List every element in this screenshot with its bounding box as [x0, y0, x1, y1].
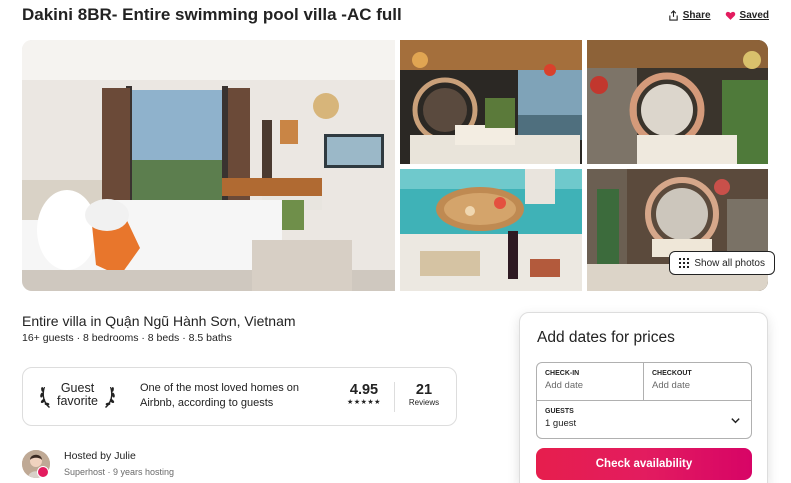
share-button[interactable]: Share — [668, 10, 711, 21]
photo-floating-tray[interactable] — [400, 169, 582, 291]
listing-title: Dakini 8BR- Entire swimming pool villa -… — [22, 5, 402, 24]
heart-icon — [725, 11, 735, 20]
host-name: Hosted by Julie — [64, 450, 136, 462]
share-label: Share — [682, 10, 711, 21]
superhost-badge — [37, 466, 49, 478]
reviews-block[interactable]: 21 Reviews — [403, 382, 445, 407]
rating-divider — [394, 382, 395, 412]
grid-icon — [679, 258, 690, 268]
listing-details: 16+ guests · 8 bedrooms · 8 beds · 8.5 b… — [22, 332, 232, 344]
share-icon — [669, 10, 678, 21]
chevron-down-icon — [731, 418, 740, 424]
photo-gallery — [22, 40, 768, 291]
host-meta: Superhost · 9 years hosting — [64, 467, 175, 477]
checkout-field[interactable]: CHECKOUT Add date — [644, 363, 752, 400]
guest-favorite-card[interactable]: Guest favorite One of the most loved hom… — [22, 367, 457, 426]
guest-favorite-line2: favorite — [57, 394, 98, 408]
checkout-placeholder: Add date — [652, 380, 691, 391]
checkout-label: CHECKOUT — [652, 370, 692, 377]
guests-label: GUESTS — [545, 408, 574, 415]
guest-favorite-badge: Guest favorite — [39, 381, 116, 409]
guests-value: 1 guest — [545, 418, 577, 429]
guest-favorite-label: Guest favorite — [55, 382, 100, 408]
photo-lounge-flowers[interactable] — [587, 40, 768, 164]
save-button[interactable]: Saved — [725, 10, 769, 21]
checkin-field[interactable]: CHECK-IN Add date — [537, 363, 644, 400]
listing-subtitle: Entire villa in Quận Ngũ Hành Sơn, Vietn… — [22, 313, 296, 329]
show-all-photos-button[interactable]: Show all photos — [669, 251, 775, 275]
rating-block: 4.95 ★★★★★ — [337, 382, 391, 406]
laurel-right-icon — [105, 387, 115, 408]
checkin-placeholder: Add date — [545, 380, 584, 391]
check-availability-button[interactable]: Check availability — [536, 448, 752, 480]
review-count: 21 — [415, 382, 433, 398]
top-actions: Share Saved — [668, 10, 769, 21]
checkin-label: CHECK-IN — [545, 370, 580, 377]
rating-value: 4.95 — [349, 382, 379, 398]
guest-favorite-description: One of the most loved homes on Airbnb, a… — [140, 382, 299, 409]
laurel-left-icon — [40, 387, 50, 408]
date-guest-picker: CHECK-IN Add date CHECKOUT Add date GUES… — [536, 362, 752, 439]
reviews-label: Reviews — [408, 398, 440, 407]
photo-lounge-swing[interactable] — [400, 40, 582, 164]
guests-select[interactable]: GUESTS 1 guest — [537, 400, 751, 438]
booking-title: Add dates for prices — [537, 329, 675, 346]
main-photo-bedroom[interactable] — [22, 40, 395, 291]
rating-stars: ★★★★★ — [347, 399, 381, 406]
saved-label: Saved — [739, 10, 769, 21]
booking-card: Add dates for prices CHECK-IN Add date C… — [519, 312, 768, 483]
show-all-photos-label: Show all photos — [694, 257, 765, 269]
